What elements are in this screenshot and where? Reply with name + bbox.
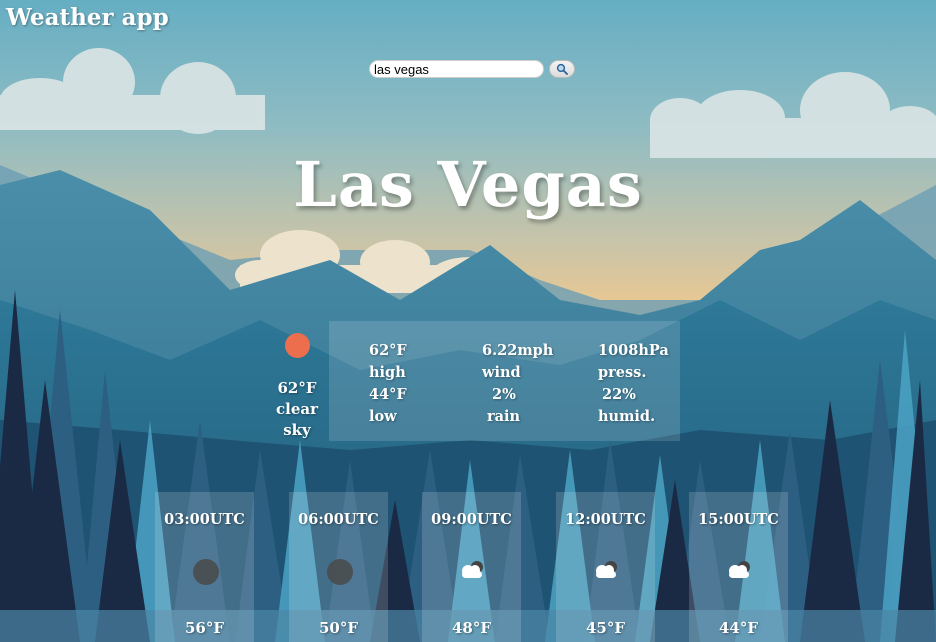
- rain-label: rain: [487, 408, 521, 425]
- stat-column-temperature: 62°F high 44°F low: [369, 340, 407, 428]
- search-icon: [556, 63, 568, 75]
- high-temp-label: high: [369, 364, 406, 381]
- stat-column-pressure-humidity: 1008hPa press. 22% humid.: [598, 340, 669, 428]
- forecast-card: 12:00UTC 45°F: [556, 492, 655, 642]
- humidity-value: 22%: [602, 386, 636, 403]
- forecast-temp: 44°F: [718, 619, 759, 637]
- rain-value: 2%: [492, 386, 516, 403]
- forecast-temp: 56°F: [184, 619, 225, 637]
- weather-stats-panel: 62°F high 44°F low 6.22mph wind 2% rain …: [329, 321, 680, 441]
- forecast-temp: 48°F: [451, 619, 492, 637]
- city-name: Las Vegas: [293, 148, 643, 221]
- current-conditions: 62°F clear sky: [267, 330, 327, 441]
- pressure-label: press.: [598, 364, 647, 381]
- current-description-line1: clear: [276, 400, 318, 418]
- forecast-time: 09:00UTC: [431, 511, 512, 528]
- forecast-card: 03:00UTC 56°F: [155, 492, 254, 642]
- forecast-card: 15:00UTC 44°F: [689, 492, 788, 642]
- forecast-card: 06:00UTC 50°F: [289, 492, 388, 642]
- stat-column-wind-rain: 6.22mph wind 2% rain: [482, 340, 553, 428]
- forecast-temp: 45°F: [585, 619, 626, 637]
- moon-icon: [327, 559, 353, 585]
- current-description-line2: sky: [283, 421, 311, 439]
- humidity-label: humid.: [598, 408, 656, 425]
- current-temp: 62°F: [277, 379, 317, 397]
- forecast-time: 03:00UTC: [164, 511, 245, 528]
- low-temp-value: 44°F: [369, 386, 407, 403]
- moon-icon: [193, 559, 219, 585]
- forecast-time: 06:00UTC: [298, 511, 379, 528]
- forecast-card: 09:00UTC 48°F: [422, 492, 521, 642]
- cloud-icon: [596, 561, 617, 578]
- wind-value: 6.22mph: [482, 342, 554, 359]
- wind-label: wind: [482, 364, 521, 381]
- search-input[interactable]: [369, 60, 544, 78]
- cloud-icon: [729, 561, 750, 578]
- sun-icon: [284, 333, 310, 358]
- app-title: Weather app: [6, 4, 169, 31]
- forecast-time: 15:00UTC: [698, 511, 779, 528]
- high-temp-value: 62°F: [369, 342, 407, 359]
- search-button[interactable]: [549, 60, 575, 78]
- forecast-time: 12:00UTC: [565, 511, 646, 528]
- low-temp-label: low: [369, 408, 397, 425]
- pressure-value: 1008hPa: [598, 342, 669, 359]
- forecast-temp: 50°F: [318, 619, 359, 637]
- cloud-icon: [462, 561, 483, 578]
- search-bar: [369, 60, 575, 78]
